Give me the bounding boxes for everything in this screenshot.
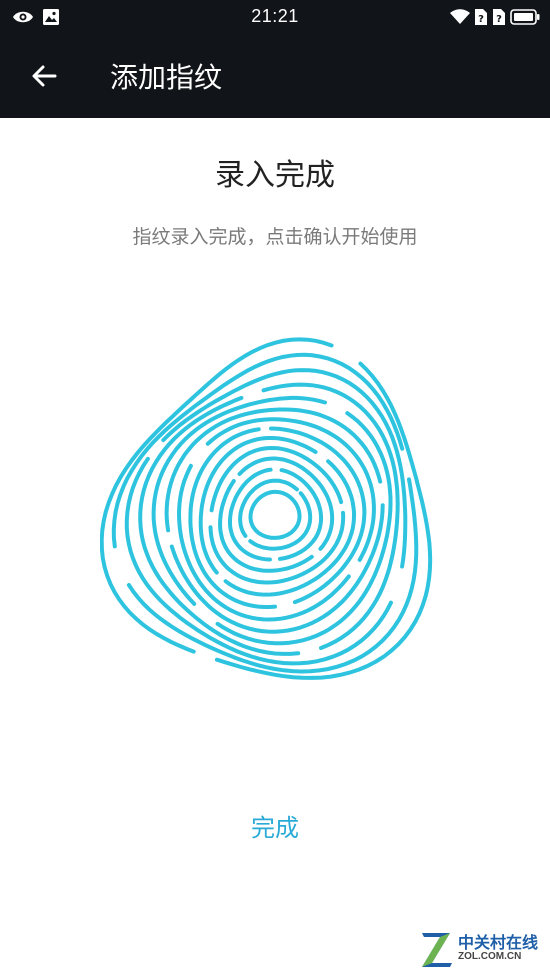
status-right-icons: ? ? — [450, 8, 540, 30]
toolbar: 添加指纹 — [0, 36, 550, 118]
wifi-icon — [450, 9, 470, 29]
fingerprint-ring — [248, 489, 302, 540]
done-button[interactable]: 完成 — [175, 800, 375, 856]
status-bar: 21:21 ? ? — [0, 0, 550, 36]
enrollment-subtitle: 指纹录入完成，点击确认开始使用 — [132, 226, 418, 248]
watermark-text-bottom: ZOL.COM.CN — [458, 951, 522, 962]
watermark-logo: 中关村在线 ZOL.COM.CN — [420, 929, 544, 969]
back-button[interactable] — [24, 58, 64, 98]
zol-logo-icon — [422, 933, 452, 967]
arrow-left-icon — [30, 62, 58, 94]
page-title: 添加指纹 — [110, 61, 223, 94]
watermark-text-top: 中关村在线 — [458, 933, 539, 952]
svg-text:?: ? — [496, 14, 502, 25]
sim1-icon: ? — [474, 8, 488, 30]
battery-icon — [510, 8, 540, 30]
svg-text:?: ? — [478, 14, 484, 25]
fingerprint-ring — [218, 456, 335, 573]
fingerprint-icon — [99, 335, 450, 695]
enrollment-heading: 录入完成 — [215, 158, 335, 193]
fingerprint-ring — [228, 467, 324, 562]
sim2-icon: ? — [492, 8, 506, 30]
